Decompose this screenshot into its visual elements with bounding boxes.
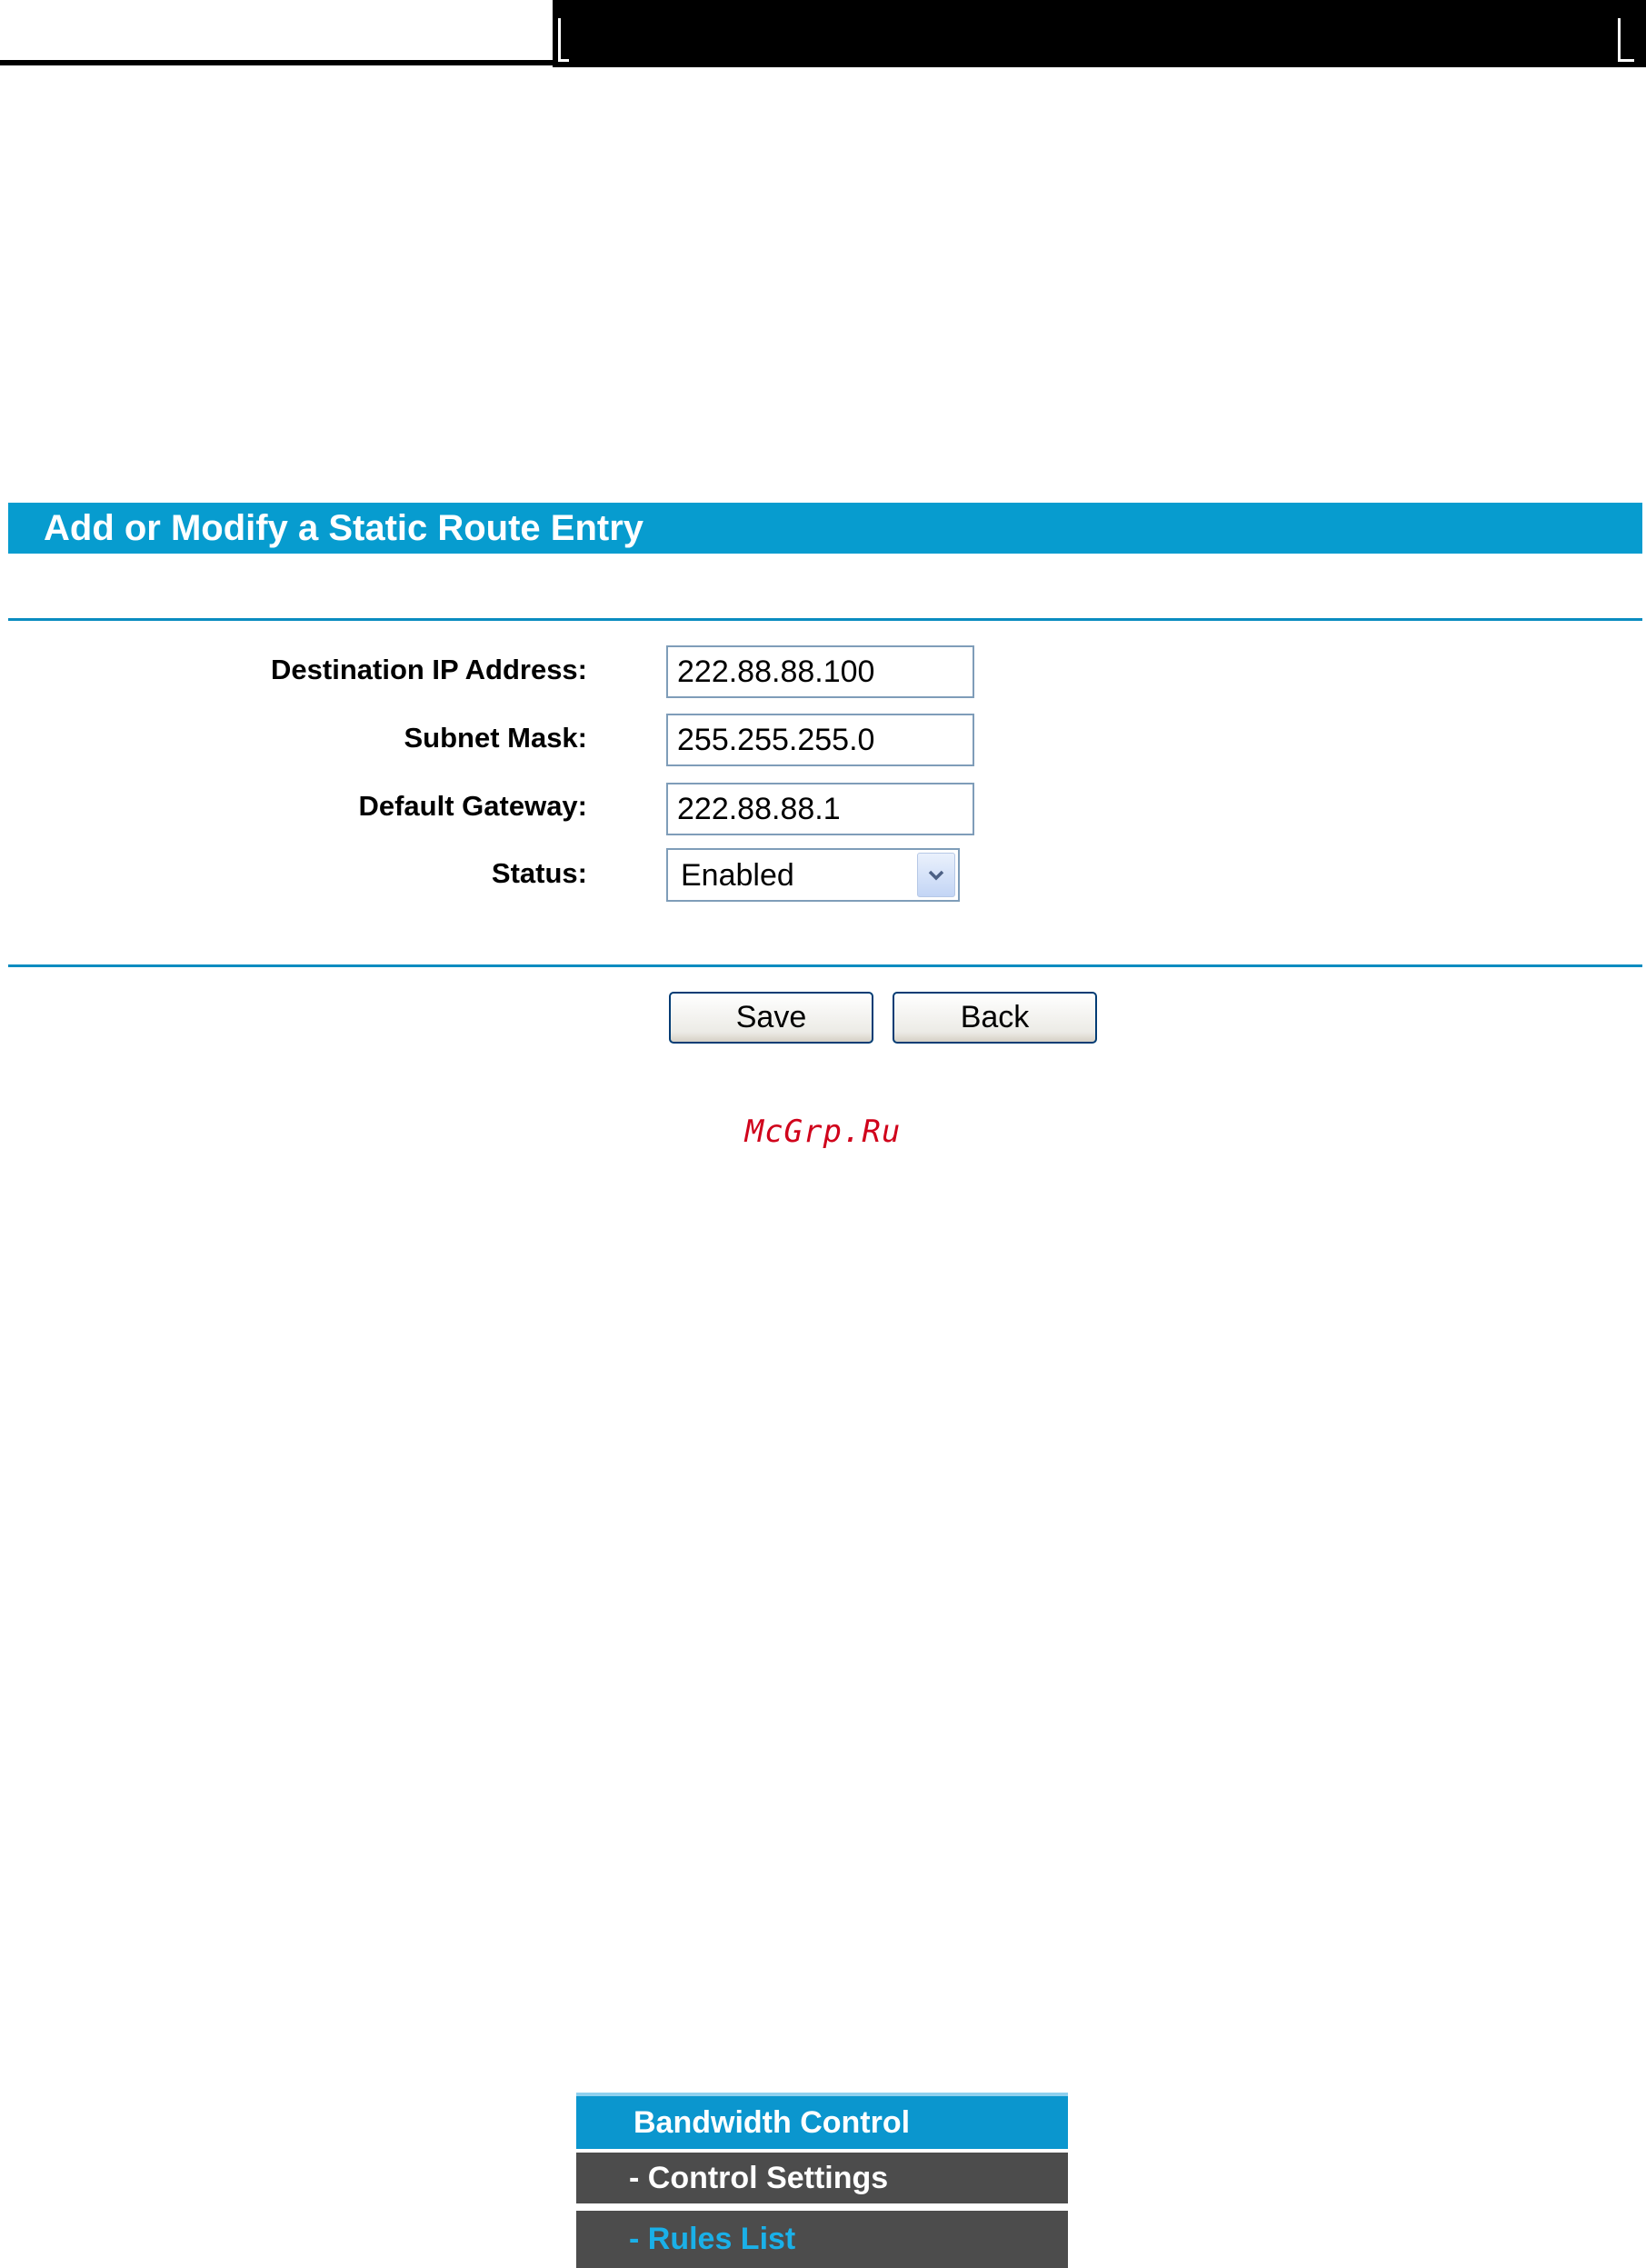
- top-header-notch-left: [558, 18, 569, 62]
- back-button[interactable]: Back: [893, 992, 1097, 1044]
- form-divider-bottom: [8, 964, 1642, 967]
- panel-header: Add or Modify a Static Route Entry: [8, 503, 1642, 554]
- status-select-value: Enabled: [681, 858, 794, 893]
- destination-ip-label: Destination IP Address:: [271, 654, 587, 685]
- menu-item-bandwidth-control[interactable]: Bandwidth Control: [576, 2093, 1068, 2149]
- form-divider-top: [8, 618, 1642, 621]
- status-label: Status:: [491, 857, 587, 889]
- bandwidth-control-menu: Bandwidth Control - Control Settings - R…: [576, 2093, 1068, 2268]
- top-header-bar: [553, 0, 1646, 67]
- menu-item-control-settings[interactable]: - Control Settings: [576, 2149, 1068, 2203]
- save-button[interactable]: Save: [669, 992, 873, 1044]
- watermark: McGrp.Ru: [744, 1114, 902, 1150]
- destination-ip-input[interactable]: [666, 645, 974, 698]
- default-gateway-label: Default Gateway:: [358, 790, 587, 822]
- default-gateway-input[interactable]: [666, 783, 974, 835]
- top-header-line: [0, 60, 553, 65]
- subnet-mask-input[interactable]: [666, 714, 974, 766]
- top-header-notch-right: [1618, 18, 1634, 62]
- status-select[interactable]: Enabled: [666, 848, 960, 902]
- chevron-down-icon[interactable]: [917, 853, 955, 897]
- panel-title: Add or Modify a Static Route Entry: [44, 508, 644, 548]
- subnet-mask-label: Subnet Mask:: [404, 722, 587, 754]
- menu-item-rules-list[interactable]: - Rules List: [576, 2207, 1068, 2268]
